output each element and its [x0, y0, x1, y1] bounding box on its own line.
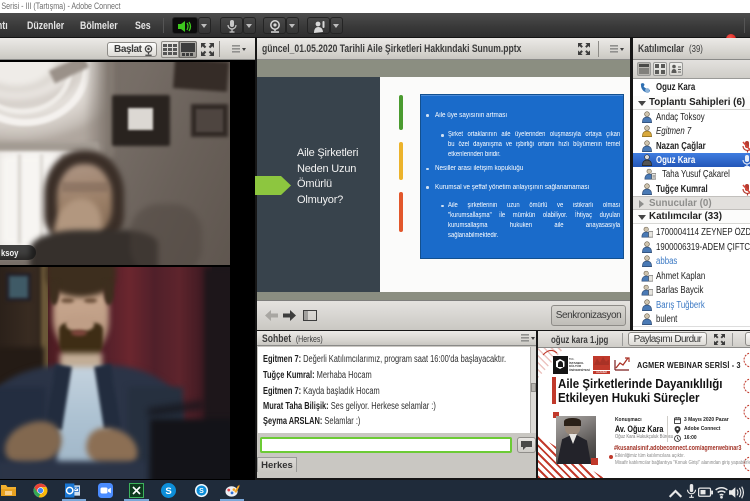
svg-text:S: S [165, 486, 171, 497]
svg-text:S: S [199, 488, 204, 495]
